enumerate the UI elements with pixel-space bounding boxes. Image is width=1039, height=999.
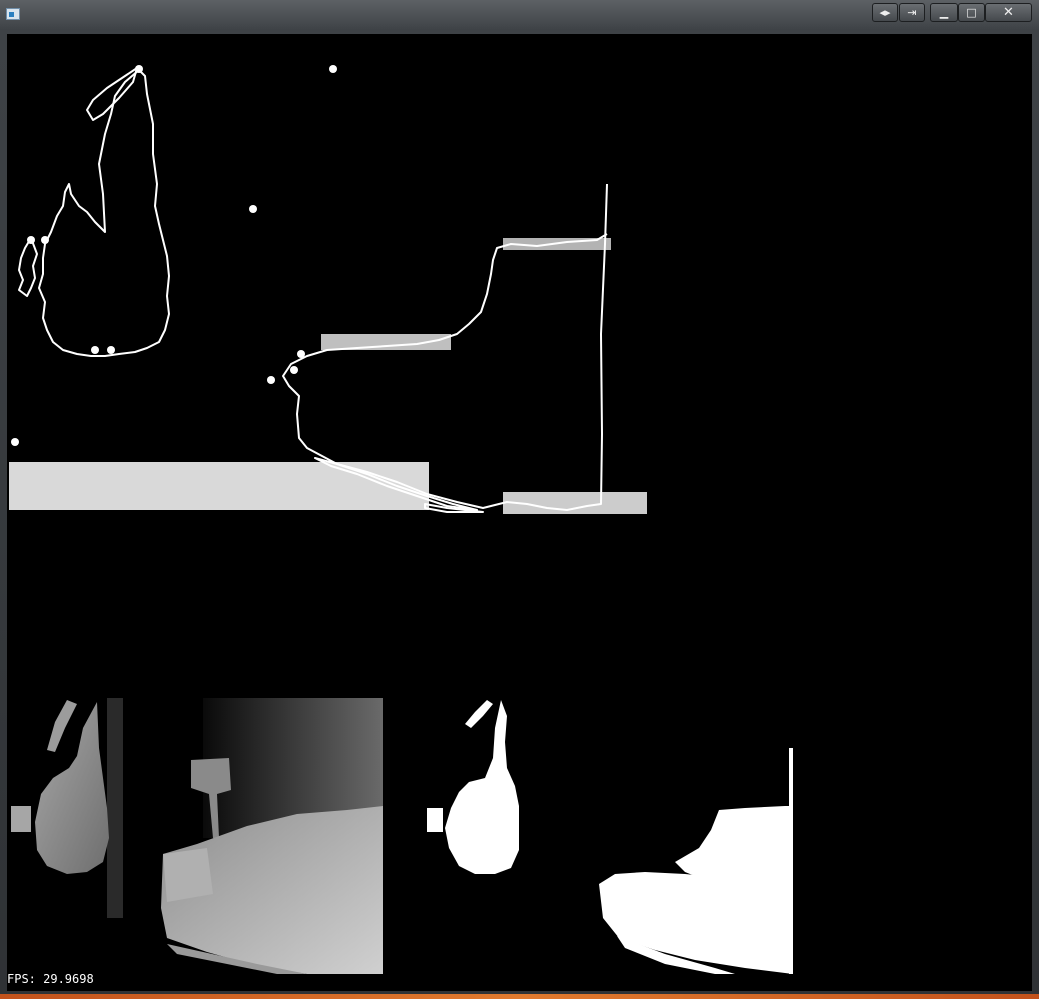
depth-blob-marker	[11, 438, 19, 446]
floor-noise-band	[9, 462, 429, 510]
render-area: FPS: 29.9698	[7, 34, 1032, 991]
depth-blob-marker	[135, 65, 143, 73]
detach-button[interactable]: ⇥	[899, 3, 925, 22]
couch-base-noise	[503, 492, 647, 514]
depth-bag-fragment	[11, 806, 31, 832]
mask-bag-fragment	[427, 808, 443, 832]
depth-map-view	[7, 698, 387, 974]
mask-couch-edge	[789, 748, 793, 974]
taskbar-strip	[0, 994, 1039, 999]
depth-blob-marker	[329, 65, 337, 73]
maximize-button[interactable]: □	[958, 3, 985, 22]
close-button[interactable]: ✕	[985, 3, 1032, 22]
couch-right-noise	[503, 238, 611, 250]
title-bar[interactable]: ◂▸ ⇥ ▁ □ ✕	[0, 0, 1039, 30]
depth-blob-marker	[107, 346, 115, 354]
swap-view-button[interactable]: ◂▸	[872, 3, 898, 22]
depth-blob-marker	[27, 236, 35, 244]
depth-blob-marker	[41, 236, 49, 244]
app-window: ◂▸ ⇥ ▁ □ ✕ FPS: 29.9698	[0, 0, 1039, 999]
depth-blob-marker	[249, 205, 257, 213]
fps-counter: FPS: 29.9698	[7, 972, 94, 986]
depth-blob-marker	[290, 366, 298, 374]
depth-blob-marker	[91, 346, 99, 354]
depth-blob-marker	[297, 350, 305, 358]
bag-side-fragment	[18, 237, 38, 297]
depth-door	[107, 698, 123, 918]
couch-top-noise	[321, 334, 451, 350]
binary-mask-view	[415, 698, 797, 974]
depth-blob-marker	[267, 376, 275, 384]
depth-couch-arm	[163, 848, 213, 902]
app-icon[interactable]	[6, 8, 20, 20]
edge-contour-view	[9, 65, 647, 514]
minimize-button[interactable]: ▁	[930, 3, 958, 22]
